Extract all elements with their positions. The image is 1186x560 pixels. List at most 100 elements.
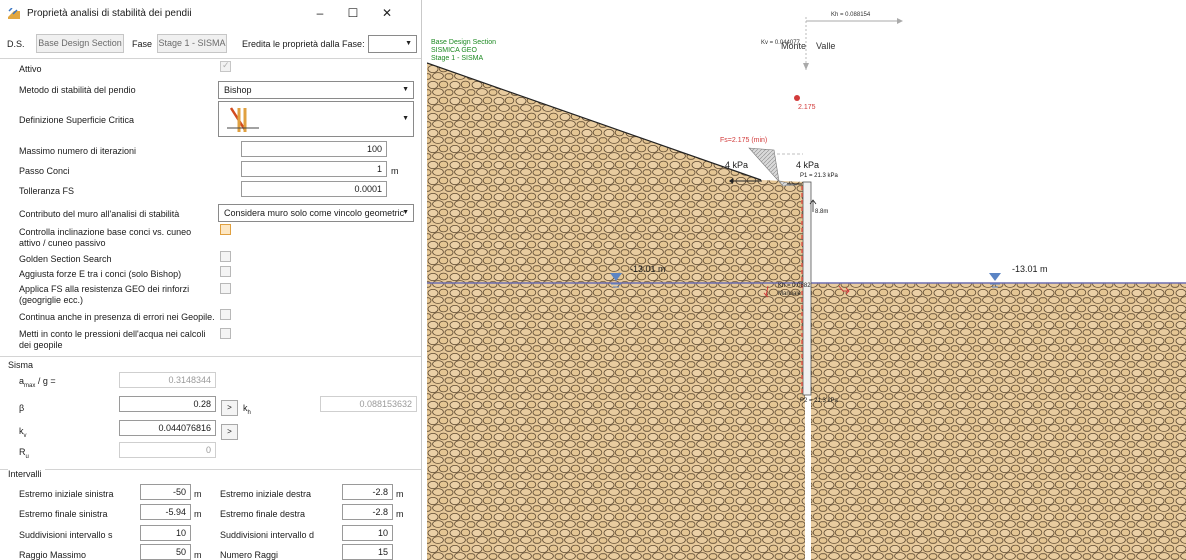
depth-label: 8.8m: [815, 209, 829, 215]
dropdown-arrow-icon: ▼: [405, 40, 412, 47]
golden-label: Golden Section Search: [19, 254, 112, 264]
interval-input[interactable]: 50: [140, 544, 191, 560]
dropdown-arrow-icon: ▼: [402, 209, 409, 216]
interval-unit: m: [396, 489, 404, 499]
passo-label: Passo Conci: [19, 166, 70, 176]
legend-model: SISMICA GEO: [431, 47, 477, 54]
dropdown-arrow-icon: ▼: [402, 115, 409, 122]
manuale-label: Manuale: [778, 291, 802, 297]
metti-label: Metti in conto le pressioni dell'acqua n…: [19, 329, 206, 350]
window-title: Proprietà analisi di stabilità dei pendi…: [27, 8, 192, 19]
kh-label: kh: [243, 403, 251, 416]
iterazioni-label: Massimo numero di iterazioni: [19, 146, 137, 156]
load-left-label: 4 kPa: [725, 160, 749, 170]
inherit-label: Eredita le proprietà dalla Fase:: [242, 39, 365, 49]
interval-label: Raggio Massimo: [19, 550, 87, 560]
interval-input[interactable]: -2.8: [342, 484, 393, 500]
kh-arrowhead-icon: [897, 18, 903, 24]
interval-label: Estremo finale destra: [220, 509, 306, 519]
controlla-checkbox[interactable]: [220, 224, 231, 235]
golden-checkbox[interactable]: [220, 251, 231, 262]
slip-center-point: [794, 95, 800, 101]
monte-label: Monte: [781, 41, 807, 51]
beta-input[interactable]: 0.28: [119, 396, 216, 412]
intervalli-header: Intervalli: [8, 469, 45, 479]
legend-stage: Stage 1 - SISMA: [431, 55, 484, 62]
interval-input[interactable]: 15: [342, 544, 393, 560]
interval-unit: m: [194, 509, 202, 519]
continua-label: Continua anche in presenza di errori nei…: [19, 312, 215, 322]
contributo-label: Contributo del muro all'analisi di stabi…: [19, 209, 180, 219]
kv-compute-button[interactable]: >: [221, 424, 238, 440]
model-canvas[interactable]: Base Design Section SISMICA GEO Stage 1 …: [427, 0, 1186, 560]
separator: [0, 58, 421, 59]
iterazioni-input[interactable]: 100: [241, 141, 387, 157]
minimize-button[interactable]: –: [303, 3, 337, 23]
attivo-checkbox[interactable]: [220, 60, 231, 72]
legend-section: Base Design Section: [431, 39, 496, 46]
fase-label: Fase: [132, 39, 153, 49]
interval-unit: m: [396, 509, 404, 519]
p2-label: P2 = 21.3 kPa: [800, 398, 838, 404]
water-left-label: -13.01 m: [630, 264, 666, 274]
continua-checkbox[interactable]: [220, 309, 231, 320]
section-drawing: [427, 17, 1186, 560]
stability-properties-dialog: Proprietà analisi di stabilità dei pendi…: [0, 0, 422, 560]
metti-checkbox[interactable]: [220, 328, 231, 339]
design-section-button[interactable]: Base Design Section: [36, 34, 124, 53]
load-right-label: 4 kPa: [796, 160, 820, 170]
stage-button[interactable]: Stage 1 - SISMA: [157, 34, 227, 53]
fs-min-label: Fs=2.175 (min): [720, 137, 768, 144]
passo-unit: m: [391, 166, 399, 176]
aggiusta-label: Aggiusta forze E tra i conci (solo Bisho…: [19, 269, 182, 279]
maximize-button[interactable]: ☐: [336, 3, 370, 23]
interval-label: Suddivisioni intervallo d: [220, 530, 315, 540]
interval-unit: m: [194, 550, 202, 560]
fs-value-label: 2.175: [798, 104, 816, 111]
kh-input[interactable]: 0.088153632: [320, 396, 417, 412]
sisma-header: Sisma: [8, 360, 37, 370]
interval-input[interactable]: -50: [140, 484, 191, 500]
beta-label: β: [19, 403, 25, 413]
separator: [0, 469, 421, 470]
close-button[interactable]: ✕: [370, 3, 404, 23]
kv-arrowhead-icon: [803, 63, 809, 70]
soil-right: [811, 283, 1186, 560]
interval-label: Estremo finale sinistra: [19, 509, 108, 519]
ru-input[interactable]: 0: [119, 442, 216, 458]
kv-input[interactable]: 0.044076816: [119, 420, 216, 436]
superficie-select[interactable]: ▼: [218, 101, 414, 137]
title-bar: Proprietà analisi di stabilità dei pendi…: [0, 0, 421, 28]
superficie-label: Definizione Superficie Critica: [19, 115, 135, 125]
attivo-label: Attivo: [19, 64, 42, 74]
interval-label: Estremo iniziale destra: [220, 489, 312, 499]
kh-wall-label: Kh = 0.0882: [778, 283, 811, 289]
kh-label: Kh = 0.088154: [831, 12, 871, 18]
interval-input[interactable]: 10: [342, 525, 393, 541]
water-right-label: -13.01 m: [1012, 264, 1048, 274]
valle-label: Valle: [816, 41, 836, 51]
metodo-label: Metodo di stabilità del pendio: [19, 85, 136, 95]
amax-input[interactable]: 0.3148344: [119, 372, 216, 388]
interval-label: Numero Raggi: [220, 550, 279, 560]
metodo-select[interactable]: Bishop ▼: [218, 81, 414, 99]
interval-input[interactable]: -2.8: [342, 504, 393, 520]
interval-label: Estremo iniziale sinistra: [19, 489, 114, 499]
passo-input[interactable]: 1: [241, 161, 387, 177]
applica-checkbox[interactable]: [220, 283, 231, 294]
tolleranza-label: Tolleranza FS: [19, 186, 75, 196]
kv-label: kv: [19, 426, 27, 439]
dropdown-arrow-icon: ▼: [402, 86, 409, 93]
ru-label: Ru: [19, 447, 29, 460]
tolleranza-input[interactable]: 0.0001: [241, 181, 387, 197]
interval-input[interactable]: -5.94: [140, 504, 191, 520]
contributo-select[interactable]: Considera muro solo come vincolo geometr…: [218, 204, 414, 222]
aggiusta-checkbox[interactable]: [220, 266, 231, 277]
separator: [0, 356, 421, 357]
interval-input[interactable]: 10: [140, 525, 191, 541]
app-icon: [8, 8, 20, 19]
stage-bar: D.S. Base Design Section Fase Stage 1 - …: [0, 31, 421, 57]
inherit-stage-select[interactable]: ▼: [368, 35, 417, 53]
interval-unit: m: [194, 489, 202, 499]
beta-compute-button[interactable]: >: [221, 400, 238, 416]
